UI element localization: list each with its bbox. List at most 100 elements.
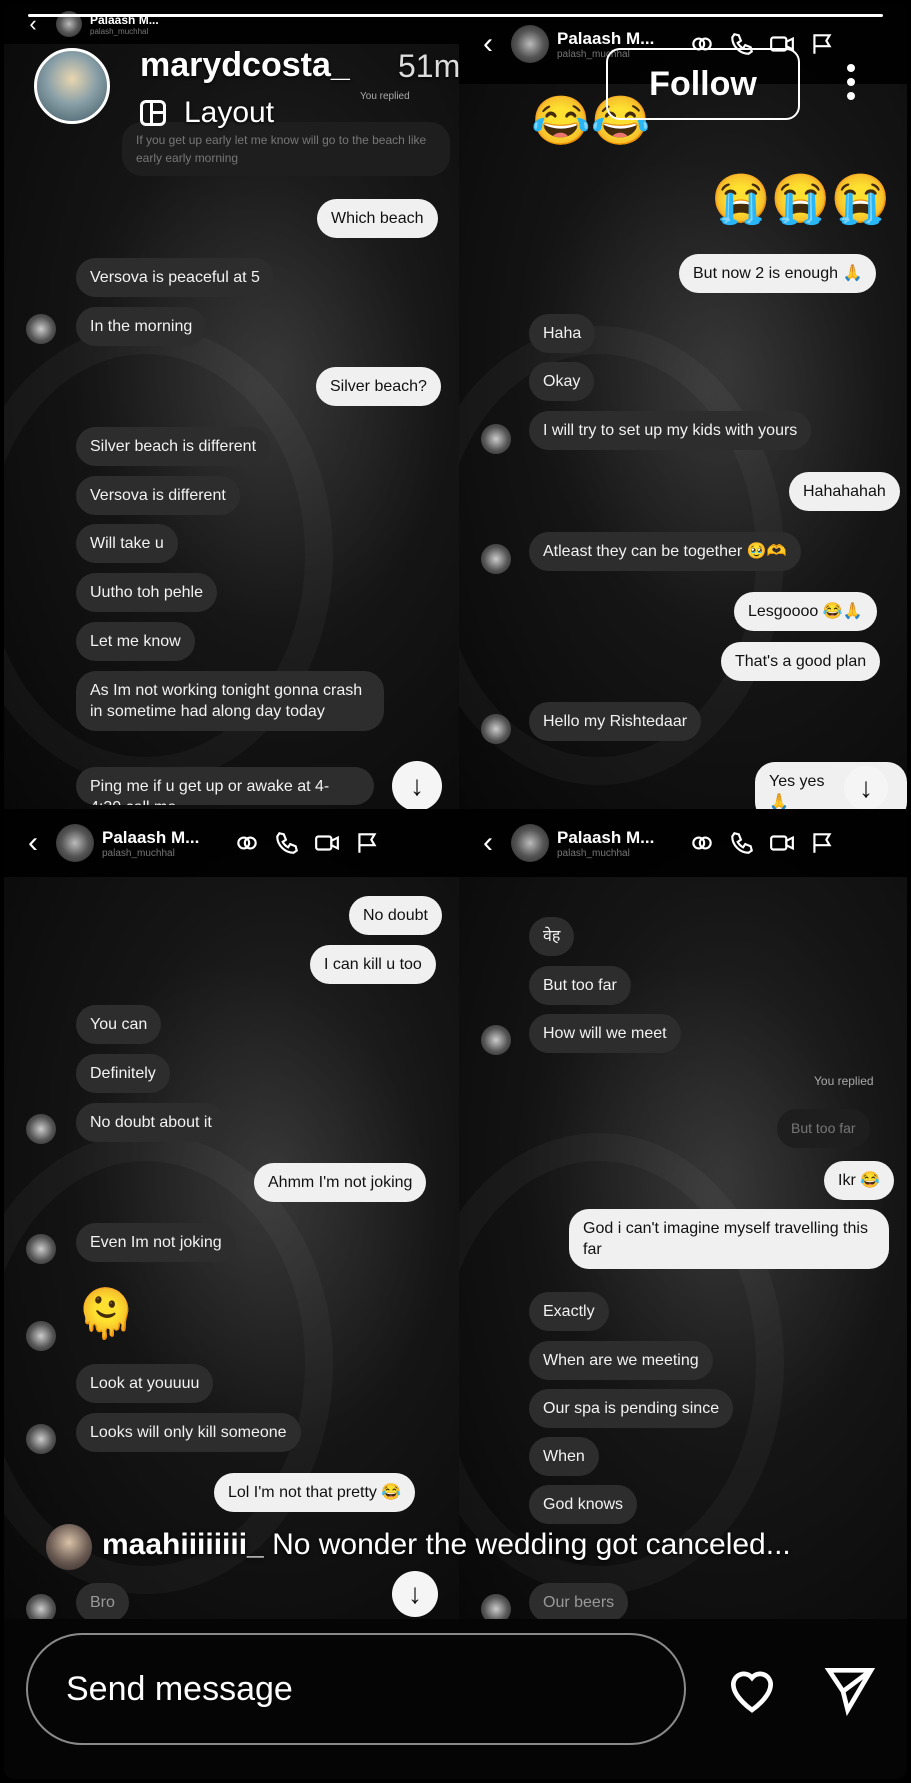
incoming-message: Exactly xyxy=(529,1292,609,1331)
sender-avatar xyxy=(481,714,511,744)
chat-header: ‹ Palaash M... palash_muchhal xyxy=(4,809,459,877)
incoming-message: Will take u xyxy=(76,524,178,563)
outgoing-message: Lesgoooo 😂🙏 xyxy=(734,592,877,631)
story-time: 51m xyxy=(398,48,461,84)
incoming-message: Our beers xyxy=(529,1583,629,1619)
incoming-message: Look at youuuu xyxy=(76,1364,214,1403)
comment-text-block: maahiiiiiiii_ No wonder the wedding got … xyxy=(102,1528,791,1562)
flag-icon[interactable] xyxy=(354,830,380,856)
chat-name: Palaash M... xyxy=(102,827,200,847)
commenter-avatar[interactable] xyxy=(46,1524,92,1570)
incoming-message: Haha xyxy=(529,314,596,353)
sender-avatar xyxy=(481,1594,511,1619)
incoming-message: Ping me if u get up or awake at 4-4:30 c… xyxy=(76,767,374,805)
back-icon[interactable]: ‹ xyxy=(473,826,503,860)
story-frame: ‹ Palaash M... palash_muchhal You replied… xyxy=(4,4,907,1779)
incoming-message: Even Im not joking xyxy=(76,1223,236,1262)
incoming-message: As Im not working tonight gonna crash in… xyxy=(76,671,384,731)
chat-name: Palaash M... xyxy=(557,827,655,847)
quoted-message: If you get up early let me know will go … xyxy=(122,122,450,176)
incoming-message: Hello my Rishtedaar xyxy=(529,702,702,741)
outgoing-message: I can kill u too xyxy=(310,945,436,984)
chat-name: Palaash M... xyxy=(557,28,655,48)
flag-icon[interactable] xyxy=(809,830,835,856)
incoming-message: Our spa is pending since xyxy=(529,1389,734,1428)
layout-label: Layout xyxy=(184,96,275,129)
incoming-message: Looks will only kill someone xyxy=(76,1413,301,1452)
sender-avatar xyxy=(481,1025,511,1055)
comment-text: No wonder the wedding got canceled... xyxy=(272,1528,791,1561)
story-footer xyxy=(4,1619,907,1779)
video-icon[interactable] xyxy=(314,830,340,856)
chat-name-block: Palaash M... palash_muchhal xyxy=(102,828,220,859)
melting-face-emoji: 🫠 xyxy=(76,1288,136,1341)
sender-avatar xyxy=(26,1424,56,1454)
sender-avatar xyxy=(481,424,511,454)
outgoing-message: Which beach xyxy=(317,199,438,238)
incoming-message: Bro xyxy=(76,1583,129,1619)
video-icon[interactable] xyxy=(769,830,795,856)
story-avatar[interactable] xyxy=(34,48,110,124)
screenshot-panel-3: ‹ Palaash M... palash_muchhal No doubt I … xyxy=(4,809,459,1619)
sender-avatar xyxy=(481,544,511,574)
chat-name-block: Palaash M... palash_muchhal xyxy=(557,828,675,859)
chat-handle: palash_muchhal xyxy=(90,26,149,36)
link-icon[interactable] xyxy=(234,830,260,856)
you-replied-label: You replied xyxy=(360,91,410,102)
screenshot-panel-2: ‹ Palaash M... palash_muchhal 😂😂 😭😭😭 But … xyxy=(459,4,907,809)
chat-handle: palash_muchhal xyxy=(102,847,175,859)
you-replied-label: You replied xyxy=(814,1074,874,1088)
screenshot-panel-4: ‹ Palaash M... palash_muchhal वेह But too… xyxy=(459,809,907,1619)
back-icon[interactable]: ‹ xyxy=(18,826,48,860)
send-message-input[interactable] xyxy=(26,1633,686,1745)
incoming-message: How will we meet xyxy=(529,1014,681,1053)
story-username[interactable]: marydcosta_ xyxy=(140,46,350,85)
incoming-message: Uutho toh pehle xyxy=(76,573,217,612)
chat-avatar xyxy=(56,824,94,862)
outgoing-message: Ikr 😂 xyxy=(824,1161,895,1200)
outgoing-message: Ahmm I'm not joking xyxy=(254,1163,427,1202)
incoming-message: God knows xyxy=(529,1485,638,1524)
chat-header: ‹ Palaash M... palash_muchhal xyxy=(459,809,907,877)
chat-avatar xyxy=(511,25,549,63)
incoming-message: वेह xyxy=(529,917,575,956)
outgoing-message: God i can't imagine myself travelling th… xyxy=(569,1209,889,1269)
scroll-down-button[interactable]: ↓ xyxy=(392,761,442,809)
more-vertical-icon[interactable] xyxy=(846,64,856,108)
heart-icon[interactable] xyxy=(724,1661,780,1717)
sender-avatar xyxy=(26,1594,56,1619)
incoming-message: In the morning xyxy=(76,307,207,346)
outgoing-message: That's a good plan xyxy=(721,642,881,681)
incoming-message: I will try to set up my kids with yours xyxy=(529,411,812,450)
sender-avatar xyxy=(26,1321,56,1351)
outgoing-message: Silver beach? xyxy=(316,367,441,406)
incoming-message: Atleast they can be together 🥹🫶 xyxy=(529,532,801,571)
chat-header: ‹ Palaash M... palash_muchhal xyxy=(4,4,459,44)
incoming-message: Silver beach is different xyxy=(76,427,271,466)
incoming-message: When are we meeting xyxy=(529,1341,713,1380)
follow-button[interactable]: Follow xyxy=(606,48,800,120)
chat-handle: palash_muchhal xyxy=(557,847,630,859)
sender-avatar xyxy=(26,1234,56,1264)
send-icon[interactable] xyxy=(822,1661,878,1717)
outgoing-message: Hahahahah xyxy=(789,472,900,511)
phone-icon[interactable] xyxy=(274,830,300,856)
phone-icon[interactable] xyxy=(729,830,755,856)
sender-avatar xyxy=(26,314,56,344)
scroll-down-button[interactable]: ↓ xyxy=(392,1571,438,1617)
incoming-message: No doubt about it xyxy=(76,1103,226,1142)
back-icon[interactable]: ‹ xyxy=(473,27,503,61)
sender-avatar xyxy=(26,1114,56,1144)
quoted-message: But too far xyxy=(777,1109,870,1148)
incoming-message: Versova is peaceful at 5 xyxy=(76,258,274,297)
scroll-down-button[interactable]: ↓ xyxy=(844,766,888,809)
flag-icon[interactable] xyxy=(809,31,835,57)
chat-avatar xyxy=(511,824,549,862)
cry-emoji: 😭😭😭 xyxy=(711,173,891,226)
incoming-message: Versova is different xyxy=(76,476,240,515)
incoming-message: When xyxy=(529,1437,599,1476)
link-icon[interactable] xyxy=(689,830,715,856)
incoming-message: Let me know xyxy=(76,622,195,661)
commenter-username[interactable]: maahiiiiiiii_ xyxy=(102,1528,264,1561)
story-progress-bar xyxy=(28,14,883,17)
